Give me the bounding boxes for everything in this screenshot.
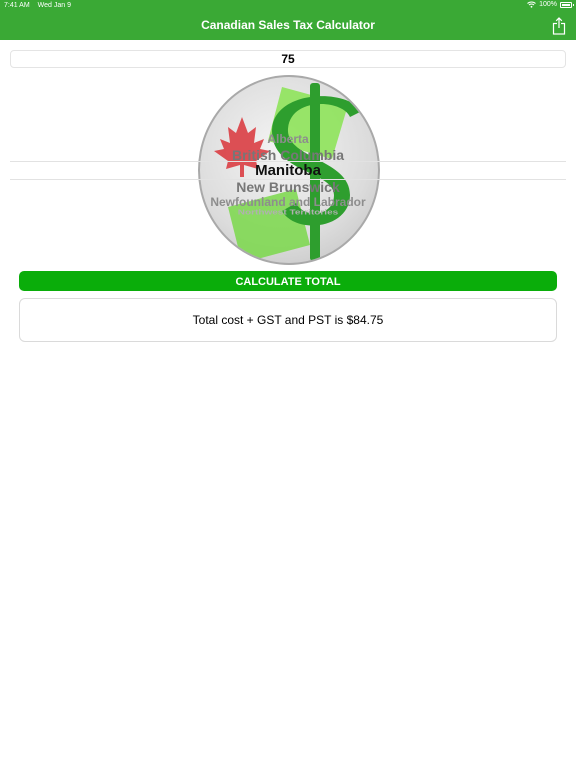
battery-percent: 100% [539,1,557,8]
status-time: 7:41 AM [4,2,30,9]
nav-bar: Canadian Sales Tax Calculator [0,12,576,40]
page-title: Canadian Sales Tax Calculator [201,18,375,32]
status-bar: 7:41 AM Wed Jan 9 100% [0,0,576,12]
picker-option[interactable]: New Brunswick [10,179,566,195]
picker-items: Alberta British Columbia Manitoba New Br… [10,72,566,268]
battery-icon [560,1,574,8]
wifi-icon [527,1,536,8]
status-right: 100% [527,1,574,8]
picker-option[interactable]: Northwest Territories [10,208,566,216]
result-box: Total cost + GST and PST is $84.75 [19,298,557,342]
amount-input[interactable] [10,50,566,68]
province-picker[interactable]: Alberta British Columbia Manitoba New Br… [10,72,566,268]
status-left: 7:41 AM Wed Jan 9 [4,2,77,9]
share-icon[interactable] [552,17,566,35]
picker-option[interactable]: Alberta [10,132,566,146]
calculate-total-button[interactable]: CALCULATE TOTAL [19,271,557,291]
picker-option[interactable]: British Columbia [10,147,566,163]
status-date: Wed Jan 9 [37,2,71,9]
picker-option-selected[interactable]: Manitoba [10,162,566,179]
app-screen: 7:41 AM Wed Jan 9 100% Canadian Sales Ta… [0,0,576,768]
result-text: Total cost + GST and PST is $84.75 [192,313,384,327]
picker-option[interactable]: Newfounland and Labrador [10,195,566,209]
